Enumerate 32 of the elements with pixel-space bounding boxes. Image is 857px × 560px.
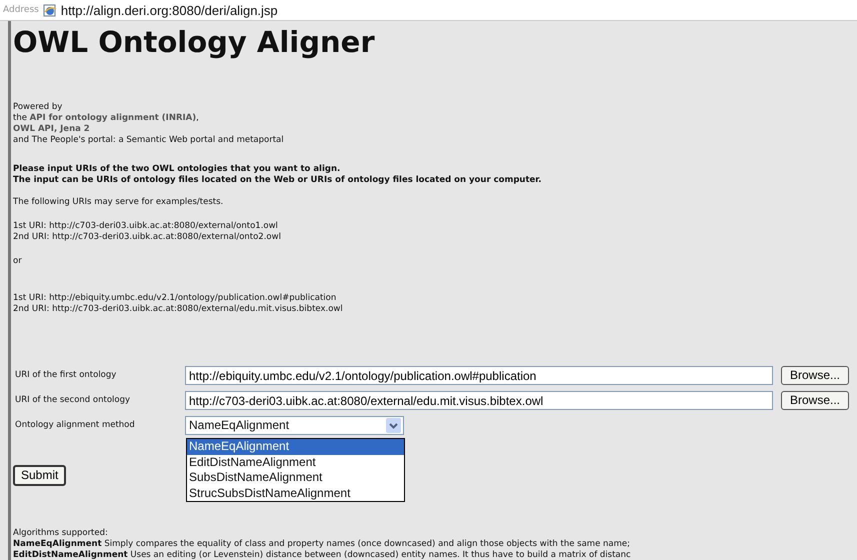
- credits-line: and The People's portal: a Semantic Web portal and metaportal: [13, 135, 285, 146]
- field-label: URI of the first ontology: [14, 370, 118, 381]
- address-field[interactable]: http://align.deri.org:8080/deri/align.jsp: [60, 4, 278, 16]
- algorithm-description: EditDistNameAlignment Uses an editing (or Levenstein) distance between (downcased) entity names. It thus have to build a matrix of distanc: [13, 550, 632, 560]
- page-title: OWL Ontology Aligner: [13, 24, 376, 61]
- input-field[interactable]: http://c703-deri03.uibk.ac.at:8080/external/edu.mit.visus.bibtex.owl: [185, 391, 773, 410]
- address-label: Address: [3, 4, 39, 16]
- examples-intro: The following URIs may serve for examples/tests.: [13, 197, 224, 208]
- algorithm-description: NameEqAlignment Simply compares the equality of class and property names (once downcased) and align those objects with the same name;: [13, 539, 631, 550]
- instruction-text: The input can be URIs of ontology files located on the Web or URIs of ontology files located on your computer.: [13, 175, 542, 186]
- option-item[interactable]: StrucSubsDistNameAlignment: [187, 486, 404, 501]
- instruction-text: Please input URIs of the two OWL ontologies that you want to align.: [13, 164, 342, 175]
- browse-button[interactable]: Browse...: [781, 391, 850, 410]
- example-uri: 2nd URI: http://c703-deri03.uibk.ac.at:8080/external/onto2.owl: [13, 232, 282, 243]
- separator-text: or: [13, 256, 23, 267]
- option-item[interactable]: NameEqAlignment: [187, 439, 404, 454]
- credits-line: OWL API, Jena 2: [13, 124, 91, 135]
- method-dropdown[interactable]: NameEqAlignment: [185, 416, 404, 435]
- field-label: URI of the second ontology: [14, 395, 132, 406]
- input-field[interactable]: http://ebiquity.umbc.edu/v2.1/ontology/publication.owl#publication: [185, 366, 773, 385]
- page-icon: [42, 3, 57, 17]
- option-item[interactable]: SubsDistNameAlignment: [187, 470, 404, 486]
- credits-line: Powered by: [13, 102, 64, 113]
- example-uri: 2nd URI: http://c703-deri03.uibk.ac.at:8080/external/edu.mit.visus.bibtex.owl: [13, 304, 344, 315]
- example-uri: 1st URI: http://c703-deri03.uibk.ac.at:8080/external/onto1.owl: [13, 221, 279, 232]
- field-label: Ontology alignment method: [14, 420, 136, 431]
- browse-button[interactable]: Browse...: [781, 366, 850, 385]
- credits-line: the API for ontology alignment (INRIA),: [13, 113, 200, 124]
- submit-button[interactable]: Submit: [13, 465, 66, 486]
- algorithms-heading: Algorithms supported:: [13, 528, 109, 539]
- example-uri: 1st URI: http://ebiquity.umbc.edu/v2.1/ontology/publication.owl#publication: [13, 293, 338, 304]
- option-item[interactable]: EditDistNameAlignment: [187, 454, 404, 470]
